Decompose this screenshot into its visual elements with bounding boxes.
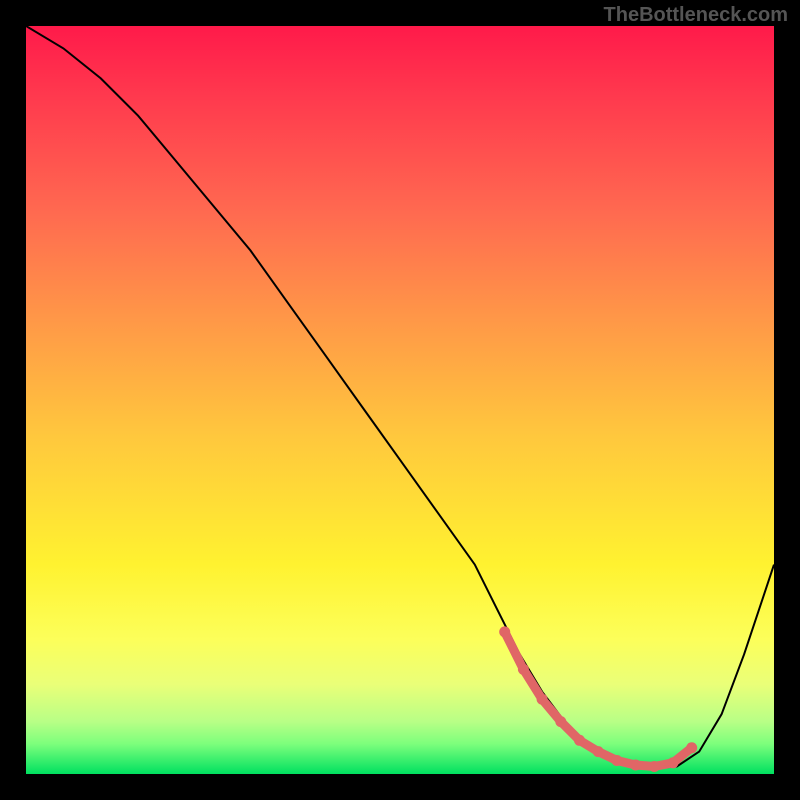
- curve-layer: [26, 26, 774, 768]
- highlight-dot: [649, 761, 660, 772]
- highlight-dot: [555, 716, 566, 727]
- watermark-text: TheBottleneck.com: [604, 4, 788, 27]
- highlight-dots-layer: [499, 626, 697, 772]
- highlight-dot: [593, 746, 604, 757]
- main-curve: [26, 26, 774, 768]
- highlight-dot: [499, 626, 510, 637]
- highlight-dot: [574, 735, 585, 746]
- highlight-dot: [686, 742, 697, 753]
- highlight-dot: [668, 757, 679, 768]
- chart-svg: [26, 26, 774, 774]
- plot-area: [26, 26, 774, 774]
- highlight-dot: [518, 664, 529, 675]
- highlight-dot: [630, 760, 641, 771]
- highlight-dot: [537, 694, 548, 705]
- highlight-dot: [611, 755, 622, 766]
